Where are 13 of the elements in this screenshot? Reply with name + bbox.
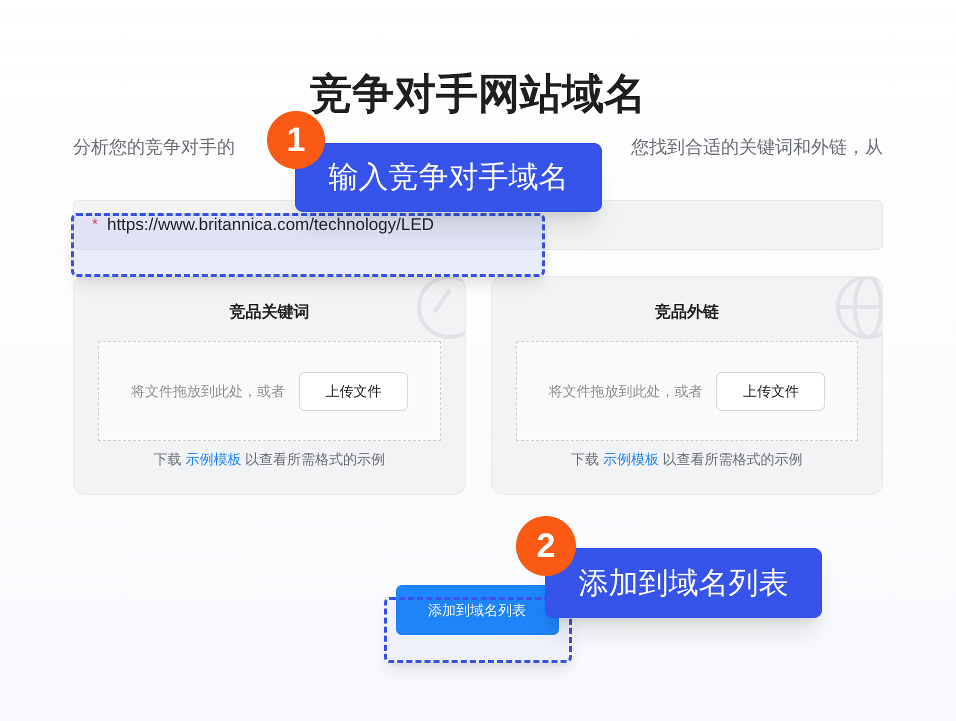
card-title: 竞品关键词 — [229, 302, 310, 323]
drop-hint: 将文件拖放到此处，或者 — [548, 382, 702, 400]
drop-hint: 将文件拖放到此处，或者 — [130, 382, 285, 400]
upload-file-button[interactable]: 上传文件 — [716, 372, 826, 410]
required-mark: * — [92, 215, 98, 235]
subtitle-text: 分析您的竞争对手的 — [73, 136, 235, 159]
subtitle-text: 您找到合适的关键词和外链，从 — [631, 136, 883, 159]
card-title: 竞品外链 — [654, 302, 719, 323]
template-help-text: 下载 示例模板 以查看所需格式的示例 — [153, 450, 386, 469]
template-help-text: 下载 示例模板 以查看所需格式的示例 — [570, 450, 803, 469]
file-drop-zone[interactable]: 将文件拖放到此处，或者 上传文件 — [516, 341, 858, 441]
upload-file-button[interactable]: 上传文件 — [298, 372, 408, 410]
file-drop-zone[interactable]: 将文件拖放到此处，或者 上传文件 — [98, 341, 440, 441]
